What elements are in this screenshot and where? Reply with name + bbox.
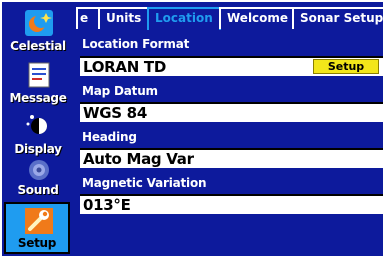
location-format-value: LORAN TD [83, 58, 166, 76]
tab-sonar-setup[interactable]: Sonar Setup [292, 7, 383, 29]
sidebar-item-setup[interactable]: Setup [4, 202, 70, 254]
setup-icon [25, 208, 53, 234]
sidebar-item-label: Celestial [10, 39, 66, 53]
screen: Celestial Message Display Sound Setup e … [2, 2, 383, 256]
tab-welcome[interactable]: Welcome [219, 7, 294, 29]
location-format-label: Location Format [82, 37, 190, 51]
setup-button[interactable]: Setup [313, 59, 379, 74]
tab-units[interactable]: Units [98, 7, 149, 29]
sidebar-item-display[interactable]: Display [2, 109, 74, 159]
location-format-field[interactable]: LORAN TD Setup [80, 56, 383, 76]
tab-location[interactable]: Location [147, 7, 221, 31]
message-icon [28, 62, 50, 88]
tab-system[interactable]: e [76, 7, 100, 29]
map-datum-field[interactable]: WGS 84 [80, 102, 383, 122]
sidebar-item-celestial[interactable]: Celestial [2, 6, 74, 56]
magnetic-variation-field[interactable]: 013°E [80, 194, 383, 214]
map-datum-label: Map Datum [82, 84, 158, 98]
magnetic-variation-label: Magnetic Variation [82, 176, 207, 190]
location-panel: Location Format LORAN TD Setup Map Datum… [76, 30, 383, 254]
sidebar: Celestial Message Display Sound Setup [2, 2, 74, 256]
sound-icon [29, 160, 49, 180]
heading-value: Auto Mag Var [83, 150, 194, 168]
display-icon [26, 115, 47, 134]
tab-bar: e Units Location Welcome Sonar Setup [76, 7, 383, 31]
sidebar-item-label: Setup [17, 236, 57, 250]
magnetic-variation-value: 013°E [83, 196, 131, 214]
sidebar-item-label: Message [9, 91, 67, 105]
sidebar-item-sound[interactable]: Sound [2, 154, 74, 200]
map-datum-value: WGS 84 [83, 104, 147, 122]
heading-label: Heading [82, 130, 137, 144]
heading-field[interactable]: Auto Mag Var [80, 148, 383, 168]
sidebar-item-label: Sound [17, 183, 59, 197]
sidebar-item-message[interactable]: Message [2, 58, 74, 108]
celestial-icon [25, 10, 53, 36]
